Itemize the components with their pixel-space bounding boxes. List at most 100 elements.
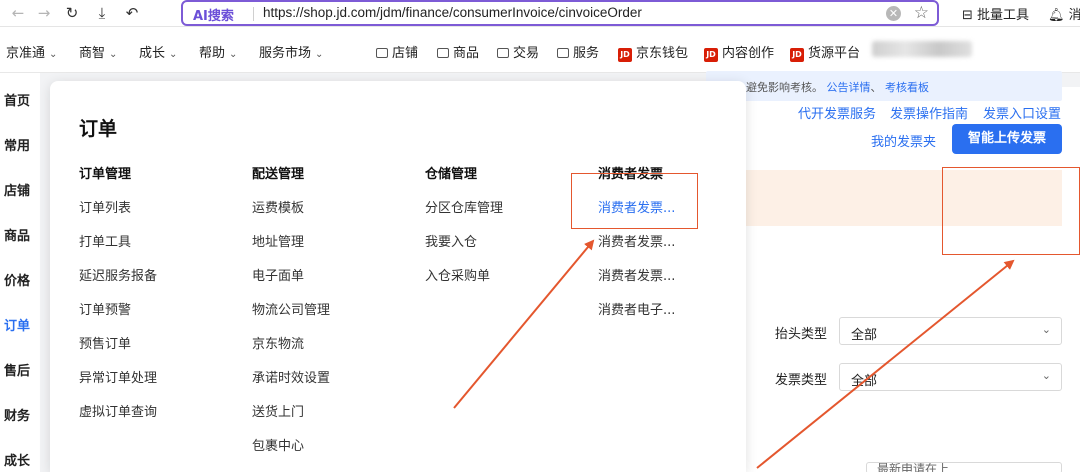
menu-item-virtual-order[interactable]: 虚拟订单查询 <box>79 401 157 435</box>
url-text[interactable]: https://shop.jd.com/jdm/finance/consumer… <box>263 5 642 20</box>
download-icon[interactable]: ⤓ <box>92 4 112 22</box>
sidebar-item-products[interactable]: 商品 <box>4 225 30 244</box>
notice-bar: 避免影响考核。 公告详情、 考核看板 <box>706 71 1062 101</box>
menu-jingzhuntong[interactable]: 京准通 ⌄ <box>6 42 57 61</box>
column-heading: 配送管理 <box>252 167 305 182</box>
menu-item-consumer-invoice-3[interactable]: 消费者发票... <box>598 265 675 299</box>
bookmark-label: 交易 <box>513 46 540 61</box>
sidebar-item-orders[interactable]: 订单 <box>4 315 30 334</box>
reload-icon[interactable]: ↻ <box>62 4 82 22</box>
undo-icon[interactable]: ↶ <box>122 4 142 22</box>
sidebar-item-growth[interactable]: 成长 <box>4 450 30 469</box>
bookmark-service[interactable]: 服务 <box>557 42 599 61</box>
sidebar-item-finance[interactable]: 财务 <box>4 405 30 424</box>
sidebar-item-store[interactable]: 店铺 <box>4 180 30 199</box>
bookmark-label: 内容创作 <box>722 46 775 61</box>
sidebar-item-price[interactable]: 价格 <box>4 270 30 289</box>
bookmark-trade[interactable]: 交易 <box>497 42 539 61</box>
menu-item-e-waybill[interactable]: 电子面单 <box>252 265 330 299</box>
menu-item-order-list[interactable]: 订单列表 <box>79 197 157 231</box>
smart-upload-invoice-button[interactable]: 智能上传发票 <box>952 124 1062 154</box>
bell-icon: 🔔︎ <box>1048 8 1065 23</box>
invoice-type-value: 全部 <box>851 374 878 389</box>
sort-select[interactable]: 最新申请在上 <box>866 462 1062 472</box>
chevron-down-icon: ⌄ <box>315 49 324 60</box>
column-heading: 订单管理 <box>79 167 132 182</box>
menu-service-market[interactable]: 服务市场 ⌄ <box>259 42 323 61</box>
menu-help[interactable]: 帮助 ⌄ <box>199 42 237 61</box>
bookmark-supply-platform[interactable]: JD 货源平台 <box>790 42 860 62</box>
notification-button[interactable]: 🔔︎ 消 <box>1048 4 1080 23</box>
bookmark-label: 商品 <box>453 46 480 61</box>
invoice-type-select[interactable]: 全部 ⌄ <box>839 363 1062 391</box>
menu-item-promise-timing[interactable]: 承诺时效设置 <box>252 367 330 401</box>
sidebar-item-common[interactable]: 常用 <box>4 135 30 154</box>
menu-item-consumer-invoice-2[interactable]: 消费者发票... <box>598 231 675 265</box>
clear-icon[interactable]: ✕ <box>886 6 901 21</box>
notice-separator: 、 <box>870 81 882 94</box>
bookmark-products[interactable]: 商品 <box>437 42 479 61</box>
notice-text: 避免影响考核。 公告详情、 考核看板 <box>746 79 929 95</box>
mega-menu-title: 订单 <box>79 118 118 140</box>
bookmark-label: 货源平台 <box>808 46 861 61</box>
menu-chengzhang[interactable]: 成长 ⌄ <box>139 42 177 61</box>
menu-item-logistics-company[interactable]: 物流公司管理 <box>252 299 330 333</box>
bookmark-content-creation[interactable]: JD 内容创作 <box>704 42 774 62</box>
menu-item-enter-warehouse[interactable]: 我要入仓 <box>425 231 503 265</box>
bookmarks-bar: 京准通 ⌄ 商智 ⌄ 成长 ⌄ 帮助 ⌄ 服务市场 ⌄ 店铺 商品 交易 服务 JD 京东钱… <box>0 27 1080 73</box>
ai-search-label[interactable]: AI搜索 <box>193 5 234 24</box>
folder-icon <box>557 48 569 58</box>
menu-label: 帮助 <box>199 46 226 61</box>
annotation-box-consumer-invoice <box>571 173 698 229</box>
column-heading: 仓储管理 <box>425 167 478 182</box>
menu-column-order-management: 订单管理 订单列表 打单工具 延迟服务报备 订单预警 预售订单 异常订单处理 虚… <box>79 163 157 435</box>
notice-message: 避免影响考核。 <box>746 81 823 94</box>
title-type-select[interactable]: 全部 ⌄ <box>839 317 1062 345</box>
notification-label: 消 <box>1068 8 1080 23</box>
invoice-entry-settings-link[interactable]: 发票入口设置 <box>983 103 1061 122</box>
menu-item-door-delivery[interactable]: 送货上门 <box>252 401 330 435</box>
menu-column-warehouse-management: 仓储管理 分区仓库管理 我要入仓 入仓采购单 <box>425 163 503 299</box>
batch-tools-label: 批量工具 <box>977 8 1030 23</box>
sidebar-item-after-sales[interactable]: 售后 <box>4 360 30 379</box>
proxy-invoice-service-link[interactable]: 代开发票服务 <box>798 103 876 122</box>
orders-mega-menu: 订单 订单管理 订单列表 打单工具 延迟服务报备 订单预警 预售订单 异常订单处… <box>50 81 746 472</box>
menu-item-delay-report[interactable]: 延迟服务报备 <box>79 265 157 299</box>
invoice-type-label: 发票类型 <box>775 373 828 388</box>
browser-toolbar: ← → ↻ ⤓ ↶ AI搜索 https://shop.jd.com/jdm/f… <box>0 0 1080 27</box>
address-bar[interactable]: AI搜索 https://shop.jd.com/jdm/finance/con… <box>181 0 939 26</box>
menu-item-warehouse-purchase[interactable]: 入仓采购单 <box>425 265 503 299</box>
assessment-dashboard-link[interactable]: 考核看板 <box>885 81 929 94</box>
my-invoice-folder-link[interactable]: 我的发票夹 <box>871 131 936 150</box>
menu-item-presale-order[interactable]: 预售订单 <box>79 333 157 367</box>
chevron-down-icon: ⌄ <box>49 49 58 60</box>
menu-column-delivery-management: 配送管理 运费模板 地址管理 电子面单 物流公司管理 京东物流 承诺时效设置 送… <box>252 163 330 469</box>
title-type-label: 抬头类型 <box>775 327 828 342</box>
batch-tools-button[interactable]: ⊟ 批量工具 <box>962 4 1029 23</box>
menu-label: 成长 <box>139 46 166 61</box>
menu-item-order-warning[interactable]: 订单预警 <box>79 299 157 333</box>
menu-item-shipping-template[interactable]: 运费模板 <box>252 197 330 231</box>
back-arrow-icon[interactable]: ← <box>8 4 28 22</box>
chevron-down-icon: ⌄ <box>109 49 118 60</box>
menu-shangzhi[interactable]: 商智 ⌄ <box>79 42 117 61</box>
menu-item-jd-logistics[interactable]: 京东物流 <box>252 333 330 367</box>
menu-item-consumer-e-invoice[interactable]: 消费者电子... <box>598 299 675 333</box>
menu-item-print-tool[interactable]: 打单工具 <box>79 231 157 265</box>
bookmark-star-icon[interactable]: ☆ <box>914 3 929 23</box>
chevron-down-icon: ⌄ <box>1041 369 1051 382</box>
menu-item-package-center[interactable]: 包裹中心 <box>252 435 330 469</box>
menu-item-zone-warehouse[interactable]: 分区仓库管理 <box>425 197 503 231</box>
menu-label: 京准通 <box>6 46 46 61</box>
invoice-guide-link[interactable]: 发票操作指南 <box>890 103 968 122</box>
title-type-value: 全部 <box>851 328 878 343</box>
menu-item-address-management[interactable]: 地址管理 <box>252 231 330 265</box>
announcement-details-link[interactable]: 公告详情 <box>827 81 871 94</box>
forward-arrow-icon[interactable]: → <box>34 4 54 22</box>
bookmark-jd-wallet[interactable]: JD 京东钱包 <box>618 42 688 62</box>
folder-icon <box>437 48 449 58</box>
menu-item-abnormal-order[interactable]: 异常订单处理 <box>79 367 157 401</box>
chevron-down-icon: ⌄ <box>169 49 178 60</box>
bookmark-store[interactable]: 店铺 <box>376 42 418 61</box>
sidebar-item-home[interactable]: 首页 <box>4 90 30 109</box>
